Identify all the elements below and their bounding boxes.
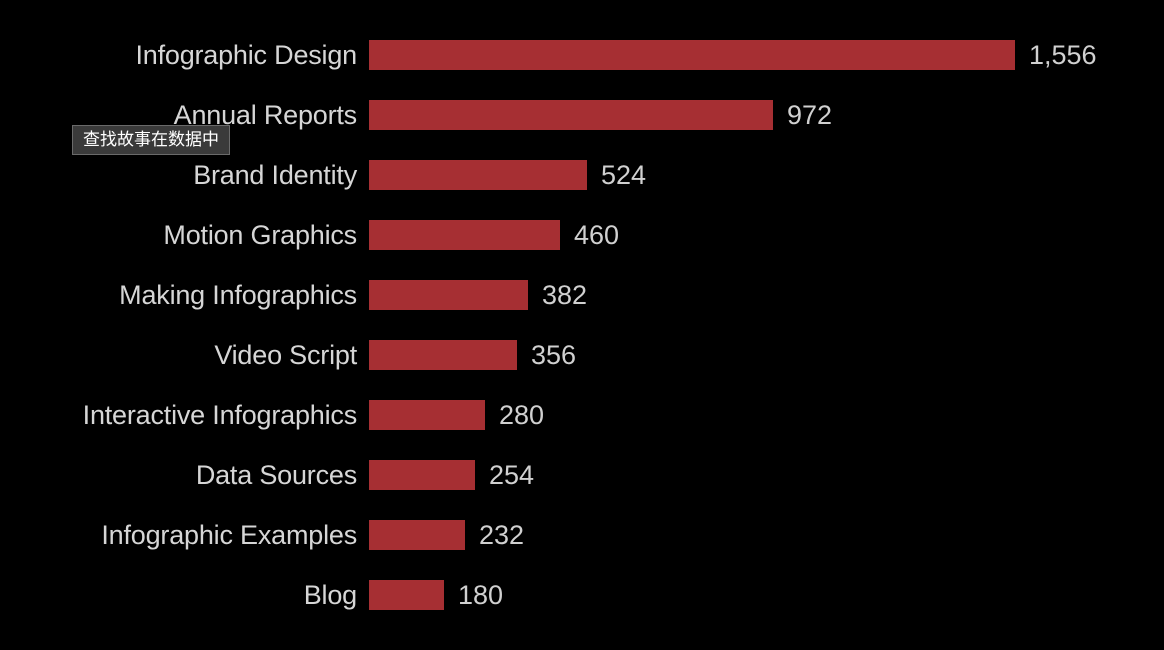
horizontal-bar-chart: Infographic Design 1,556 Annual Reports … <box>0 0 1164 650</box>
bar-value-label: 232 <box>479 520 525 550</box>
chart-row[interactable]: Data Sources 254 <box>0 460 1164 490</box>
bar-value-label: 382 <box>542 280 588 310</box>
chart-row[interactable]: Motion Graphics 460 <box>0 220 1164 250</box>
tooltip: 查找故事在数据中 <box>72 125 230 155</box>
bar[interactable] <box>369 40 1015 70</box>
bar-value-label: 180 <box>458 580 504 610</box>
chart-row[interactable]: Infographic Examples 232 <box>0 520 1164 550</box>
bar-container: 524 <box>369 160 646 190</box>
bar-value-label: 460 <box>574 220 620 250</box>
chart-row[interactable]: Making Infographics 382 <box>0 280 1164 310</box>
bar-value-label: 254 <box>489 460 535 490</box>
bar[interactable] <box>369 160 587 190</box>
chart-row[interactable]: Brand Identity 524 <box>0 160 1164 190</box>
chart-row[interactable]: Video Script 356 <box>0 340 1164 370</box>
bar-value-label: 1,556 <box>1029 40 1097 70</box>
bar-value-label: 280 <box>499 400 545 430</box>
bar-category-label: Video Script <box>214 340 357 370</box>
bar[interactable] <box>369 340 517 370</box>
bar-category-label: Motion Graphics <box>163 220 357 250</box>
chart-screenshot: Infographic Design 1,556 Annual Reports … <box>0 0 1164 650</box>
bar-category-label: Infographic Design <box>135 40 357 70</box>
bar-container: 1,556 <box>369 40 1097 70</box>
bar-container: 356 <box>369 340 576 370</box>
chart-row[interactable]: Interactive Infographics 280 <box>0 400 1164 430</box>
bar-category-label: Infographic Examples <box>101 520 357 550</box>
bar[interactable] <box>369 220 560 250</box>
bar[interactable] <box>369 400 485 430</box>
bar-category-label: Making Infographics <box>119 280 357 310</box>
bar-category-label: Interactive Infographics <box>82 400 358 430</box>
bar[interactable] <box>369 460 475 490</box>
bar-container: 382 <box>369 280 587 310</box>
bar-container: 972 <box>369 100 832 130</box>
bar-container: 460 <box>369 220 619 250</box>
bar[interactable] <box>369 280 528 310</box>
bar-container: 232 <box>369 520 524 550</box>
bar-category-label: Brand Identity <box>193 160 357 190</box>
bar[interactable] <box>369 580 444 610</box>
chart-row[interactable]: Infographic Design 1,556 <box>0 40 1164 70</box>
bar-value-label: 972 <box>787 100 833 130</box>
chart-row[interactable]: Blog 180 <box>0 580 1164 610</box>
bar-category-label: Data Sources <box>195 460 357 490</box>
bar-category-label: Blog <box>303 580 357 610</box>
bar-container: 180 <box>369 580 503 610</box>
bar-container: 280 <box>369 400 544 430</box>
bar-container: 254 <box>369 460 534 490</box>
bar-value-label: 356 <box>531 340 577 370</box>
bar-value-label: 524 <box>601 160 647 190</box>
bar[interactable] <box>369 100 773 130</box>
bar[interactable] <box>369 520 465 550</box>
